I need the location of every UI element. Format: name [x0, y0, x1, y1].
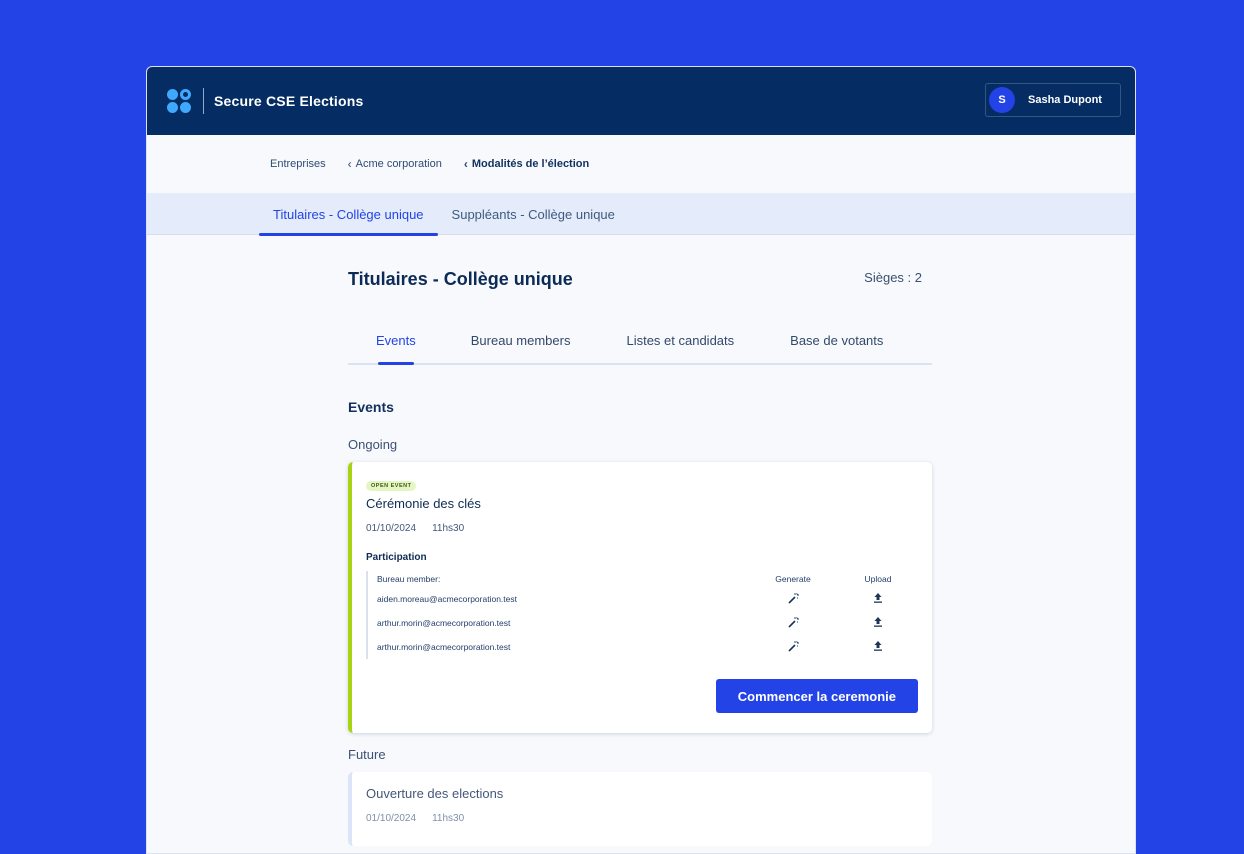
event-time: 11hs30	[432, 523, 465, 534]
tab-base-votants[interactable]: Base de votants	[790, 333, 883, 363]
event-meta: 01/10/2024 11hs30	[366, 523, 918, 534]
card-actions: Commencer la ceremonie	[366, 679, 918, 713]
tab-listes-candidats[interactable]: Listes et candidats	[626, 333, 734, 363]
breadcrumb-label: Entreprises	[270, 158, 326, 170]
upload-icon[interactable]	[838, 616, 918, 630]
college-tabs: Titulaires - Collège unique Suppléants -…	[147, 193, 1135, 236]
ongoing-heading: Ongoing	[348, 437, 398, 452]
tab-bureau-members[interactable]: Bureau members	[471, 333, 571, 363]
magic-wand-icon[interactable]	[748, 616, 838, 631]
breadcrumb: Entreprises ‹ Acme corporation ‹ Modalit…	[147, 135, 1135, 193]
table-row: aiden.moreau@acmecorporation.test	[377, 587, 918, 611]
events-heading: Events	[348, 399, 394, 415]
seats-count: Sièges : 2	[864, 270, 922, 285]
avatar: S	[989, 87, 1015, 113]
upload-icon[interactable]	[838, 640, 918, 654]
ongoing-event-card: OPEN EVENT Cérémonie des clés 01/10/2024…	[348, 462, 932, 733]
member-email: arthur.morin@acmecorporation.test	[377, 642, 511, 652]
event-date: 01/10/2024	[366, 523, 417, 534]
user-name: Sasha Dupont	[1028, 94, 1102, 106]
navbar-divider	[203, 88, 204, 114]
event-time: 11hs30	[432, 813, 465, 824]
breadcrumb-item-company[interactable]: ‹ Acme corporation	[348, 157, 442, 171]
column-header-generate: Generate	[775, 574, 811, 584]
app-title: Secure CSE Elections	[214, 93, 364, 109]
member-email: arthur.morin@acmecorporation.test	[377, 618, 511, 628]
breadcrumb-label: Modalités de l’élection	[471, 158, 590, 170]
start-ceremony-button[interactable]: Commencer la ceremonie	[715, 679, 918, 713]
tab-events[interactable]: Events	[376, 333, 416, 365]
event-meta: 01/10/2024 11hs30	[366, 813, 918, 824]
user-menu[interactable]: S Sasha Dupont	[985, 83, 1121, 117]
breadcrumb-item-current[interactable]: ‹ Modalités de l’élection	[464, 157, 589, 171]
chevron-left-icon: ‹	[347, 157, 352, 171]
upload-icon[interactable]	[838, 592, 918, 606]
column-header-upload: Upload	[864, 574, 892, 584]
status-badge: OPEN EVENT	[366, 481, 417, 491]
table-row: arthur.morin@acmecorporation.test	[377, 611, 918, 635]
page-title: Titulaires - Collège unique	[348, 268, 573, 289]
breadcrumb-item-entreprises[interactable]: Entreprises	[270, 158, 326, 170]
participation-title: Participation	[366, 552, 427, 563]
section-tabs: Events Bureau members Listes et candidat…	[348, 333, 932, 365]
app-logo[interactable]	[167, 89, 191, 113]
main-content: Titulaires - Collège unique Sièges : 2 E…	[348, 267, 932, 846]
app-window: Secure CSE Elections S Sasha Dupont Entr…	[146, 66, 1136, 854]
event-date: 01/10/2024	[366, 813, 417, 824]
event-title: Cérémonie des clés	[366, 496, 481, 511]
top-navbar: Secure CSE Elections S Sasha Dupont	[147, 67, 1135, 135]
tab-suppleants[interactable]: Suppléants - Collège unique	[438, 193, 629, 235]
table-row: arthur.morin@acmecorporation.test	[377, 635, 918, 659]
table-header: Bureau member: Generate Upload	[377, 571, 918, 587]
chevron-left-icon: ‹	[463, 157, 468, 171]
member-email: aiden.moreau@acmecorporation.test	[377, 594, 517, 604]
tab-titulaires[interactable]: Titulaires - Collège unique	[259, 193, 438, 236]
magic-wand-icon[interactable]	[748, 592, 838, 607]
event-title: Ouverture des elections	[366, 786, 504, 801]
future-event-card[interactable]: Ouverture des elections 01/10/2024 11hs3…	[348, 772, 932, 846]
future-heading: Future	[348, 747, 386, 762]
breadcrumb-label: Acme corporation	[355, 158, 442, 170]
column-header-member: Bureau member:	[377, 574, 441, 584]
magic-wand-icon[interactable]	[748, 640, 838, 655]
participation-table: Bureau member: Generate Upload aiden.mor…	[366, 571, 918, 659]
